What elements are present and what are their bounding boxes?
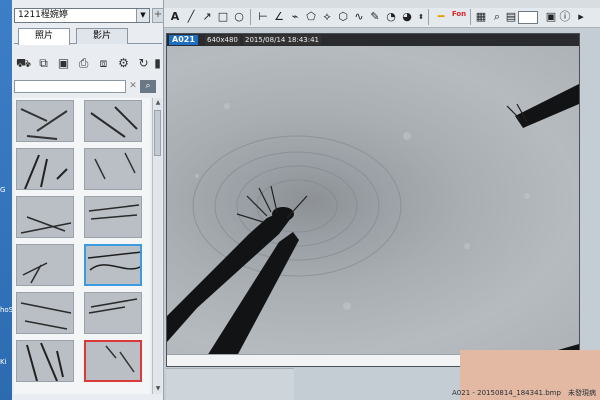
microscope-photo[interactable] bbox=[167, 46, 579, 356]
scroll-up-icon[interactable]: ▲ bbox=[153, 98, 163, 108]
thumbnail[interactable] bbox=[84, 292, 142, 334]
desktop-label: G bbox=[0, 186, 6, 194]
client-name: 1211程婉婷 bbox=[18, 10, 68, 20]
thumbnail[interactable] bbox=[16, 244, 74, 286]
window-icon[interactable]: ▤ bbox=[504, 10, 518, 24]
line-color-icon[interactable]: ━ bbox=[434, 10, 448, 24]
hexagon-tool-icon[interactable]: ⬡ bbox=[336, 10, 350, 24]
thumbnail[interactable] bbox=[84, 148, 142, 190]
rectangle-tool-icon[interactable]: □ bbox=[216, 10, 230, 24]
extra-tool-icon[interactable]: ▣ bbox=[544, 10, 558, 24]
image-info-bar: A021 640x480 2015/08/14 18:43:41 bbox=[167, 34, 579, 46]
text-tool-icon[interactable]: A bbox=[168, 10, 182, 24]
info-icon[interactable]: ⓘ bbox=[558, 10, 572, 24]
grid-icon[interactable]: ▦ bbox=[474, 10, 488, 24]
line-width-icon[interactable]: ⬍ bbox=[414, 10, 428, 24]
thumbnail-grid bbox=[14, 98, 150, 394]
status-state: 未發現病 bbox=[568, 389, 596, 397]
thumbnail[interactable] bbox=[16, 148, 74, 190]
compare-icon[interactable]: ⧈ bbox=[96, 56, 111, 70]
media-tabs: 照片 影片 bbox=[14, 28, 162, 45]
toolbar-divider bbox=[428, 9, 429, 25]
scroll-down-icon[interactable]: ▼ bbox=[153, 384, 163, 394]
save-icon[interactable]: ▣ bbox=[56, 56, 71, 70]
callout-tool-icon[interactable]: ✎ bbox=[368, 10, 382, 24]
line-tool-icon[interactable]: ╱ bbox=[184, 10, 198, 24]
image-timestamp: 2015/08/14 18:43:41 bbox=[243, 35, 322, 45]
image-resolution: 640x480 bbox=[205, 35, 240, 45]
toolbar-divider bbox=[470, 9, 471, 25]
search-input[interactable] bbox=[14, 80, 126, 93]
thumbnail[interactable] bbox=[84, 100, 142, 142]
font-icon[interactable]: Fon bbox=[450, 10, 468, 24]
bubble-tool-icon[interactable]: ◔ bbox=[384, 10, 398, 24]
polygon-tool-icon[interactable]: ⬠ bbox=[304, 10, 318, 24]
print-icon[interactable]: ⎙ bbox=[76, 56, 91, 70]
thumbnail-image bbox=[26, 342, 64, 381]
thumbnail-scrollbar[interactable]: ▲ ▼ bbox=[152, 98, 162, 394]
color-preview-box[interactable] bbox=[518, 11, 538, 24]
search-icon: ⌕ bbox=[145, 81, 151, 91]
annotation-toolbar: A ╱ ↗ □ ○ ⊢ ∠ ⌁ ⬠ ⟡ ⬡ ∿ ✎ ◔ ◕ ⬍ ━ Fon ▦ … bbox=[164, 8, 600, 28]
desktop-label: Ki bbox=[0, 358, 7, 366]
scroll-thumb[interactable] bbox=[154, 110, 161, 156]
delete-icon[interactable]: ▮ bbox=[150, 56, 165, 70]
image-id-badge: A021 bbox=[169, 35, 198, 45]
image-viewer: A021 640x480 2015/08/14 18:43:41 bbox=[164, 28, 600, 400]
thumbnail[interactable] bbox=[84, 196, 142, 238]
thumbnail-image bbox=[22, 262, 48, 284]
thumbnail-selected[interactable] bbox=[84, 244, 142, 286]
thumbnail-image bbox=[24, 154, 68, 189]
thumbnail-image bbox=[20, 108, 68, 140]
tab-photos[interactable]: 照片 bbox=[18, 28, 70, 45]
chevron-icon[interactable]: ▸ bbox=[574, 10, 588, 24]
search-button[interactable]: ⌕ bbox=[140, 80, 156, 93]
tab-videos[interactable]: 影片 bbox=[76, 28, 128, 44]
image-frame[interactable]: A021 640x480 2015/08/14 18:43:41 bbox=[166, 33, 580, 367]
thumbnail[interactable] bbox=[16, 292, 74, 334]
photo-content bbox=[167, 84, 579, 356]
photo-actions-toolbar: ⛟ ⧉ ▣ ⎙ ⧈ ⚙ ↻ ▮ bbox=[14, 52, 162, 76]
app-screen: G hoS Ki 1211程婉婷 ▼ + 照片 影片 ⛟ ⧉ ▣ ⎙ ⧈ ⚙ ↻… bbox=[0, 0, 600, 400]
freeform-tool-icon[interactable]: ⟡ bbox=[320, 10, 334, 24]
thumbnail-flagged[interactable] bbox=[84, 340, 142, 382]
toolbar-divider bbox=[250, 9, 251, 25]
arrow-tool-icon[interactable]: ↗ bbox=[200, 10, 214, 24]
thumbnail-image bbox=[20, 216, 72, 234]
thumbnail-image bbox=[20, 302, 72, 330]
add-client-button[interactable]: + bbox=[152, 8, 164, 23]
ellipse-tool-icon[interactable]: ○ bbox=[232, 10, 246, 24]
zoom-icon[interactable]: ⌕ bbox=[490, 10, 504, 24]
left-panel: 1211程婉婷 ▼ + 照片 影片 ⛟ ⧉ ▣ ⎙ ⧈ ⚙ ↻ ▮ ✕ ⌕ ▲ … bbox=[12, 0, 164, 400]
thumbnail-image bbox=[105, 345, 135, 373]
client-select[interactable]: 1211程婉婷 ▼ bbox=[14, 8, 150, 23]
thumbnail[interactable] bbox=[16, 196, 74, 238]
path-tool-icon[interactable]: ⌁ bbox=[288, 10, 302, 24]
color-picker-icon[interactable]: ◕ bbox=[400, 10, 414, 24]
thumbnail-image bbox=[88, 298, 138, 314]
angle-tool-icon[interactable]: ∠ bbox=[272, 10, 286, 24]
export-icon[interactable]: ⧉ bbox=[36, 56, 51, 70]
thumbnail-image bbox=[90, 106, 138, 138]
thumbnail-image bbox=[87, 251, 140, 271]
rotate-icon[interactable]: ↻ bbox=[136, 56, 151, 70]
measure-tool-icon[interactable]: ⊢ bbox=[256, 10, 270, 24]
thumbnail-image bbox=[94, 152, 136, 180]
curve-tool-icon[interactable]: ∿ bbox=[352, 10, 366, 24]
thumbnail[interactable] bbox=[16, 100, 74, 142]
import-icon[interactable]: ⛟ bbox=[16, 56, 31, 70]
status-filename: A021 - 20150814_184341.bmp bbox=[452, 389, 561, 397]
status-bar: A021 - 20150814_184341.bmp 未發現病 bbox=[280, 386, 600, 400]
thumbnail[interactable] bbox=[16, 340, 74, 382]
settings-icon[interactable]: ⚙ bbox=[116, 56, 131, 70]
clear-icon[interactable]: ✕ bbox=[128, 80, 138, 93]
desktop-edge: G hoS Ki bbox=[0, 0, 13, 400]
viewer-bottom-panel bbox=[166, 368, 294, 400]
thumbnail-image bbox=[88, 204, 140, 220]
chevron-down-icon[interactable]: ▼ bbox=[136, 9, 149, 22]
